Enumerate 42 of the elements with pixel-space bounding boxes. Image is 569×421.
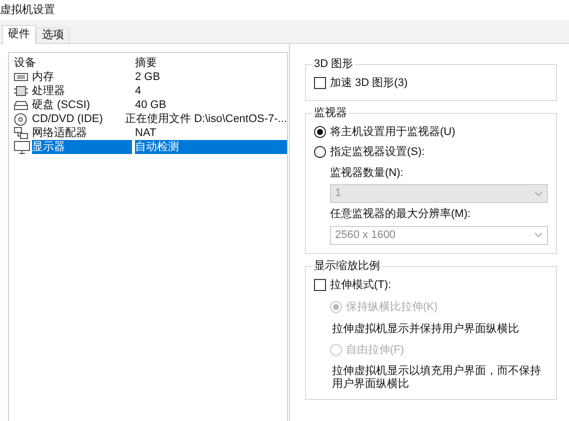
device-name[interactable]: 内存 [32,70,56,84]
radio-button[interactable] [314,146,326,158]
radio-label: 将主机设置用于监视器(U) [330,124,456,140]
window-title: 虚拟机设置 [0,2,55,18]
network-icon [14,127,28,139]
device-summary: 4 [135,84,142,98]
chevron-down-icon [534,190,543,196]
memory-icon [14,72,28,82]
group-title: 监视器 [312,106,349,120]
group-title: 显示缩放比例 [312,258,382,272]
chip-icon [14,85,28,97]
monitor-icon [14,140,30,154]
device-summary: 40 GB [135,98,168,112]
device-name[interactable]: 硬盘 (SCSI) [32,98,92,112]
column-header: 摘要 [135,56,157,71]
device-summary: 正在使用文件 D:\iso\CentOS-7-... [125,112,287,126]
field-label: 监视器数量(N): [330,166,404,180]
tab[interactable]: 硬件 [2,25,36,44]
stretch-checkbox[interactable]: 拉伸模式(T): [314,276,548,293]
radio-label: 指定监视器设置(S): [330,144,425,160]
group-title: 3D 图形 [312,57,356,71]
tab[interactable]: 选项 [36,27,70,43]
checkbox[interactable] [314,278,326,291]
disc-icon [14,112,27,126]
option-description: 拉伸虚拟机显示以填充用户界面，而不保持用户界面纵横比 [331,365,542,391]
resolution-dropdown[interactable]: 2560 x 1600 [330,226,548,244]
chevron-down-icon [534,232,543,238]
device-summary: NAT [135,126,158,140]
accelerate-checkbox[interactable]: 加速 3D 图形(3) [314,75,548,92]
device-name[interactable]: 处理器 [32,84,67,98]
checkbox[interactable] [314,77,326,90]
option-description: 拉伸虚拟机显示并保持用户界面纵横比 [331,322,520,336]
device-name[interactable]: 网络适配器 [32,126,89,140]
device-summary: 2 GB [135,70,162,84]
field-label: 任意监视器的最大分辨率(M): [330,206,472,222]
device-name[interactable]: 显示器 [32,140,132,154]
column-header: 设备 [13,56,37,71]
radio-button[interactable] [314,126,326,138]
radio-label: 保持纵横比拉伸(K) [346,300,438,315]
device-name[interactable]: CD/DVD (IDE) [32,112,105,126]
device-summary: 自动检测 [135,140,287,154]
radio-label: 自由拉伸(F) [346,342,404,358]
